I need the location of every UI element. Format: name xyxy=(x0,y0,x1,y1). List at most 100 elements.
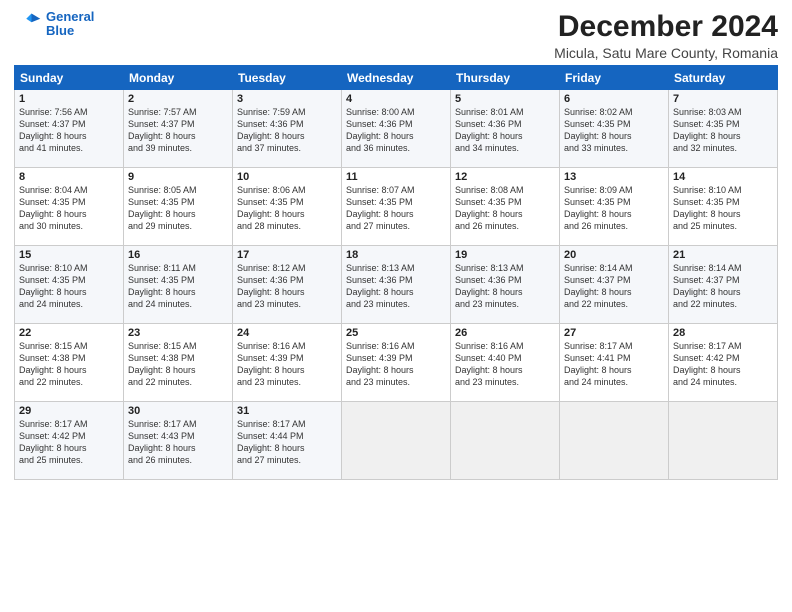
cell-info: Sunrise: 8:13 AM Sunset: 4:36 PM Dayligh… xyxy=(455,262,555,311)
logo: General Blue xyxy=(14,10,94,39)
logo-line2: Blue xyxy=(46,23,74,38)
cell-info: Sunrise: 8:02 AM Sunset: 4:35 PM Dayligh… xyxy=(564,106,664,155)
calendar-cell: 15Sunrise: 8:10 AM Sunset: 4:35 PM Dayli… xyxy=(15,246,124,324)
day-number: 27 xyxy=(564,327,664,339)
day-number: 22 xyxy=(19,327,119,339)
day-number: 28 xyxy=(673,327,773,339)
day-number: 13 xyxy=(564,171,664,183)
cell-info: Sunrise: 8:17 AM Sunset: 4:42 PM Dayligh… xyxy=(673,340,773,389)
calendar-cell xyxy=(560,402,669,480)
calendar-cell: 7Sunrise: 8:03 AM Sunset: 4:35 PM Daylig… xyxy=(669,90,778,168)
cell-info: Sunrise: 8:17 AM Sunset: 4:43 PM Dayligh… xyxy=(128,418,228,467)
day-number: 31 xyxy=(237,405,337,417)
logo-line1: General xyxy=(46,9,94,24)
cell-info: Sunrise: 8:16 AM Sunset: 4:39 PM Dayligh… xyxy=(237,340,337,389)
calendar-cell: 26Sunrise: 8:16 AM Sunset: 4:40 PM Dayli… xyxy=(451,324,560,402)
day-number: 20 xyxy=(564,249,664,261)
day-number: 30 xyxy=(128,405,228,417)
day-number: 6 xyxy=(564,93,664,105)
day-number: 14 xyxy=(673,171,773,183)
cell-info: Sunrise: 8:16 AM Sunset: 4:40 PM Dayligh… xyxy=(455,340,555,389)
logo-icon xyxy=(14,10,42,38)
logo-text: General Blue xyxy=(46,10,94,39)
cell-info: Sunrise: 8:12 AM Sunset: 4:36 PM Dayligh… xyxy=(237,262,337,311)
cell-info: Sunrise: 8:11 AM Sunset: 4:35 PM Dayligh… xyxy=(128,262,228,311)
cell-info: Sunrise: 8:14 AM Sunset: 4:37 PM Dayligh… xyxy=(673,262,773,311)
day-number: 17 xyxy=(237,249,337,261)
calendar-cell xyxy=(342,402,451,480)
day-number: 5 xyxy=(455,93,555,105)
title-block: December 2024 Micula, Satu Mare County, … xyxy=(554,10,778,61)
day-number: 25 xyxy=(346,327,446,339)
cell-info: Sunrise: 8:16 AM Sunset: 4:39 PM Dayligh… xyxy=(346,340,446,389)
calendar-cell: 8Sunrise: 8:04 AM Sunset: 4:35 PM Daylig… xyxy=(15,168,124,246)
cell-info: Sunrise: 8:07 AM Sunset: 4:35 PM Dayligh… xyxy=(346,184,446,233)
calendar-cell: 23Sunrise: 8:15 AM Sunset: 4:38 PM Dayli… xyxy=(124,324,233,402)
cell-info: Sunrise: 8:14 AM Sunset: 4:37 PM Dayligh… xyxy=(564,262,664,311)
calendar-cell: 21Sunrise: 8:14 AM Sunset: 4:37 PM Dayli… xyxy=(669,246,778,324)
day-number: 10 xyxy=(237,171,337,183)
calendar-cell: 11Sunrise: 8:07 AM Sunset: 4:35 PM Dayli… xyxy=(342,168,451,246)
calendar-cell: 17Sunrise: 8:12 AM Sunset: 4:36 PM Dayli… xyxy=(233,246,342,324)
day-number: 21 xyxy=(673,249,773,261)
day-number: 29 xyxy=(19,405,119,417)
calendar-cell: 29Sunrise: 8:17 AM Sunset: 4:42 PM Dayli… xyxy=(15,402,124,480)
cell-info: Sunrise: 8:01 AM Sunset: 4:36 PM Dayligh… xyxy=(455,106,555,155)
calendar-cell: 31Sunrise: 8:17 AM Sunset: 4:44 PM Dayli… xyxy=(233,402,342,480)
calendar-cell: 14Sunrise: 8:10 AM Sunset: 4:35 PM Dayli… xyxy=(669,168,778,246)
cell-info: Sunrise: 8:06 AM Sunset: 4:35 PM Dayligh… xyxy=(237,184,337,233)
calendar-cell xyxy=(451,402,560,480)
calendar-table: SundayMondayTuesdayWednesdayThursdayFrid… xyxy=(14,65,778,480)
day-number: 23 xyxy=(128,327,228,339)
cell-info: Sunrise: 8:13 AM Sunset: 4:36 PM Dayligh… xyxy=(346,262,446,311)
cell-info: Sunrise: 8:09 AM Sunset: 4:35 PM Dayligh… xyxy=(564,184,664,233)
day-number: 2 xyxy=(128,93,228,105)
cell-info: Sunrise: 8:17 AM Sunset: 4:41 PM Dayligh… xyxy=(564,340,664,389)
calendar-cell: 25Sunrise: 8:16 AM Sunset: 4:39 PM Dayli… xyxy=(342,324,451,402)
calendar-cell: 2Sunrise: 7:57 AM Sunset: 4:37 PM Daylig… xyxy=(124,90,233,168)
header-day: Saturday xyxy=(669,66,778,90)
calendar-week-row: 22Sunrise: 8:15 AM Sunset: 4:38 PM Dayli… xyxy=(15,324,778,402)
day-number: 15 xyxy=(19,249,119,261)
calendar-cell: 27Sunrise: 8:17 AM Sunset: 4:41 PM Dayli… xyxy=(560,324,669,402)
calendar-cell: 19Sunrise: 8:13 AM Sunset: 4:36 PM Dayli… xyxy=(451,246,560,324)
day-number: 26 xyxy=(455,327,555,339)
header-day: Friday xyxy=(560,66,669,90)
cell-info: Sunrise: 8:15 AM Sunset: 4:38 PM Dayligh… xyxy=(19,340,119,389)
calendar-week-row: 8Sunrise: 8:04 AM Sunset: 4:35 PM Daylig… xyxy=(15,168,778,246)
day-number: 4 xyxy=(346,93,446,105)
calendar-cell: 30Sunrise: 8:17 AM Sunset: 4:43 PM Dayli… xyxy=(124,402,233,480)
cell-info: Sunrise: 8:03 AM Sunset: 4:35 PM Dayligh… xyxy=(673,106,773,155)
cell-info: Sunrise: 8:10 AM Sunset: 4:35 PM Dayligh… xyxy=(673,184,773,233)
calendar-week-row: 29Sunrise: 8:17 AM Sunset: 4:42 PM Dayli… xyxy=(15,402,778,480)
header-day: Monday xyxy=(124,66,233,90)
day-number: 3 xyxy=(237,93,337,105)
day-number: 12 xyxy=(455,171,555,183)
calendar-cell: 13Sunrise: 8:09 AM Sunset: 4:35 PM Dayli… xyxy=(560,168,669,246)
location-title: Micula, Satu Mare County, Romania xyxy=(554,45,778,61)
calendar-cell: 18Sunrise: 8:13 AM Sunset: 4:36 PM Dayli… xyxy=(342,246,451,324)
day-number: 7 xyxy=(673,93,773,105)
day-number: 1 xyxy=(19,93,119,105)
cell-info: Sunrise: 8:08 AM Sunset: 4:35 PM Dayligh… xyxy=(455,184,555,233)
day-number: 19 xyxy=(455,249,555,261)
cell-info: Sunrise: 7:57 AM Sunset: 4:37 PM Dayligh… xyxy=(128,106,228,155)
day-number: 9 xyxy=(128,171,228,183)
cell-info: Sunrise: 7:59 AM Sunset: 4:36 PM Dayligh… xyxy=(237,106,337,155)
calendar-cell xyxy=(669,402,778,480)
calendar-cell: 10Sunrise: 8:06 AM Sunset: 4:35 PM Dayli… xyxy=(233,168,342,246)
header-day: Sunday xyxy=(15,66,124,90)
month-title: December 2024 xyxy=(554,10,778,43)
calendar-cell: 3Sunrise: 7:59 AM Sunset: 4:36 PM Daylig… xyxy=(233,90,342,168)
cell-info: Sunrise: 8:10 AM Sunset: 4:35 PM Dayligh… xyxy=(19,262,119,311)
header: General Blue December 2024 Micula, Satu … xyxy=(14,10,778,61)
page: General Blue December 2024 Micula, Satu … xyxy=(0,0,792,488)
cell-info: Sunrise: 8:17 AM Sunset: 4:42 PM Dayligh… xyxy=(19,418,119,467)
cell-info: Sunrise: 8:15 AM Sunset: 4:38 PM Dayligh… xyxy=(128,340,228,389)
calendar-cell: 12Sunrise: 8:08 AM Sunset: 4:35 PM Dayli… xyxy=(451,168,560,246)
day-number: 11 xyxy=(346,171,446,183)
cell-info: Sunrise: 8:17 AM Sunset: 4:44 PM Dayligh… xyxy=(237,418,337,467)
calendar-cell: 20Sunrise: 8:14 AM Sunset: 4:37 PM Dayli… xyxy=(560,246,669,324)
day-number: 8 xyxy=(19,171,119,183)
cell-info: Sunrise: 8:05 AM Sunset: 4:35 PM Dayligh… xyxy=(128,184,228,233)
